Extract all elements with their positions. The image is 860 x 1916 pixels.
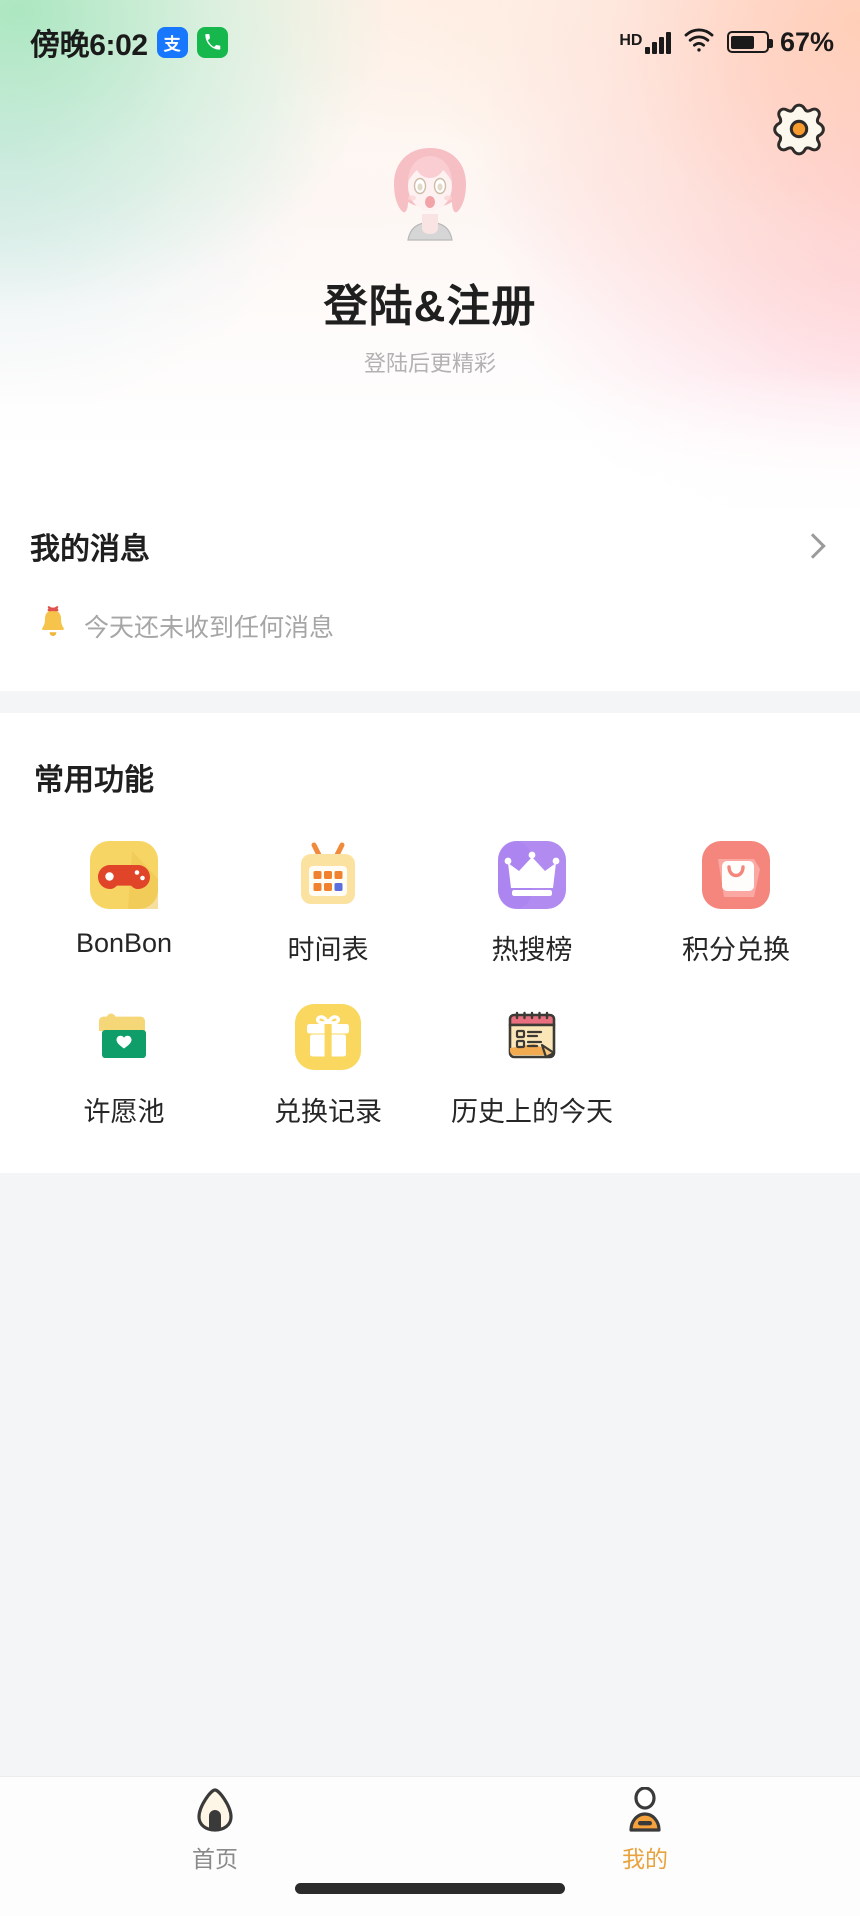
- app-screen: 傍晚6:02 支 HD 67% 登陆&注册 登陆后更精彩 我的消息 今天还未收到…: [0, 0, 860, 1916]
- function-label: 历史上的今天: [451, 1097, 613, 1127]
- function-label: 许愿池: [83, 1097, 165, 1127]
- crown-icon: [496, 839, 568, 911]
- function-item-bonbon[interactable]: BonBon: [22, 839, 226, 967]
- messages-title: 我的消息: [30, 533, 150, 566]
- battery-percent: 67%: [779, 26, 834, 57]
- home-indicator[interactable]: [295, 1883, 565, 1894]
- tab-list: 首页 我的: [0, 1777, 860, 1875]
- chevron-right-icon[interactable]: [800, 533, 826, 559]
- tab-label: 首页: [192, 1845, 238, 1872]
- login-subtitle: 登陆后更精彩: [363, 351, 496, 376]
- wish-box-icon: [88, 1001, 160, 1073]
- history-note-icon: [496, 1001, 568, 1073]
- status-bar-right: HD 67%: [619, 27, 834, 58]
- function-label: 热搜榜: [491, 935, 573, 965]
- messages-empty-text: 今天还未收到任何消息: [84, 613, 335, 642]
- shopping-bag-icon: [700, 839, 772, 911]
- status-bar: 傍晚6:02 支 HD 67%: [0, 0, 860, 84]
- user-avatar: [394, 148, 466, 241]
- status-time: 傍晚6:02: [30, 29, 148, 62]
- gear-icon: [771, 101, 827, 162]
- messages-header[interactable]: 我的消息: [30, 508, 830, 568]
- login-register-button[interactable]: 登陆&注册: [0, 270, 860, 334]
- phone-icon: [196, 26, 228, 58]
- signal-bars: [645, 30, 671, 54]
- onigiri-home-icon: [192, 1787, 238, 1833]
- bottom-navigation: 首页 我的: [0, 1776, 860, 1916]
- function-item-exchange-records[interactable]: 兑换记录: [226, 1001, 430, 1129]
- gamepad-icon: [88, 839, 160, 911]
- function-item-timetable[interactable]: 时间表: [226, 839, 430, 967]
- function-item-points-exchange[interactable]: 积分兑换: [634, 839, 838, 967]
- tab-home[interactable]: 首页: [0, 1777, 430, 1875]
- wifi-icon: [682, 27, 716, 58]
- bell-icon: [38, 606, 68, 645]
- hd-icon: HD: [619, 32, 643, 49]
- settings-button[interactable]: [768, 100, 830, 162]
- messages-card: 我的消息 今天还未收到任何消息: [0, 508, 860, 691]
- battery-icon: [726, 31, 773, 53]
- gift-icon: [292, 1001, 364, 1073]
- alipay-icon: 支: [156, 26, 188, 58]
- avatar[interactable]: [370, 128, 490, 248]
- function-label: 兑换记录: [274, 1097, 382, 1127]
- function-label: BonBon: [75, 928, 173, 958]
- page-background: [0, 1173, 860, 1813]
- function-label: 时间表: [287, 935, 369, 965]
- profile-block: 登陆&注册 登陆后更精彩: [0, 84, 860, 378]
- function-item-wishpool[interactable]: 许愿池: [22, 1001, 226, 1129]
- tab-mine[interactable]: 我的: [430, 1777, 860, 1875]
- function-item-today-in-history[interactable]: 历史上的今天: [430, 1001, 634, 1129]
- signal-icon: HD: [619, 30, 671, 54]
- person-icon: [622, 1786, 668, 1833]
- messages-empty-state: 今天还未收到任何消息: [30, 606, 830, 645]
- calendar-icon: [292, 839, 364, 911]
- status-bar-left: 傍晚6:02 支: [30, 20, 228, 64]
- gradient-header: 傍晚6:02 支 HD 67% 登陆&注册 登陆后更精彩: [0, 0, 860, 560]
- functions-title: 常用功能: [34, 764, 154, 797]
- function-label: 积分兑换: [682, 935, 790, 965]
- functions-grid: BonBon 时间表 热搜榜 积分兑换 许愿池 兑换记录 历史上的今天: [22, 839, 838, 1129]
- function-item-hotsearch[interactable]: 热搜榜: [430, 839, 634, 967]
- tab-label: 我的: [622, 1845, 668, 1872]
- functions-card: 常用功能 BonBon 时间表 热搜榜 积分兑换 许愿池 兑换记录 历史上的今天: [0, 713, 860, 1173]
- section-divider: [0, 691, 860, 713]
